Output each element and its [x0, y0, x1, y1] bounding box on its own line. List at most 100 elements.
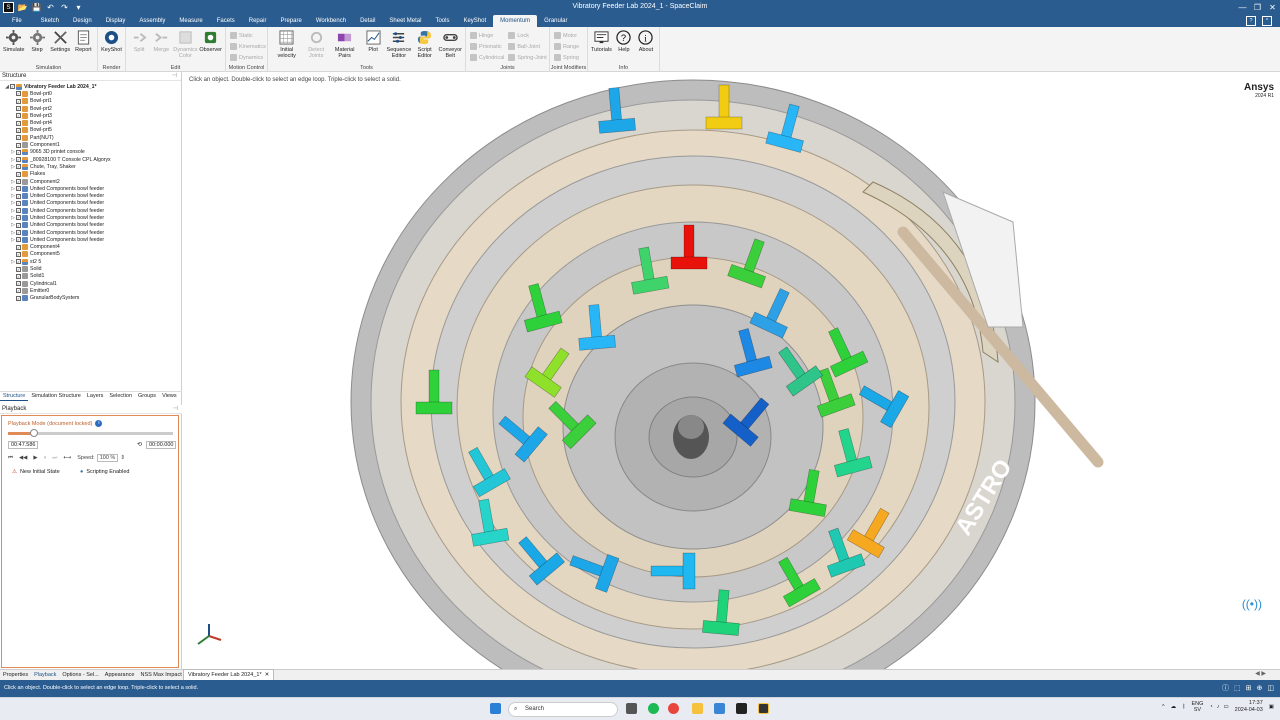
range-icon[interactable]: ⟷ [63, 455, 71, 461]
ball-joint-button[interactable]: Ball-Joint [508, 41, 546, 52]
visibility-checkbox[interactable]: ✓ [16, 164, 21, 170]
dynamics-button[interactable]: Dynamics [230, 52, 266, 63]
visibility-checkbox[interactable]: ✓ [16, 113, 21, 119]
tree-item[interactable]: ▷ ✓ Chute, Tray, Shaker [0, 163, 181, 170]
spotify-icon[interactable] [648, 703, 659, 714]
visibility-checkbox[interactable]: ✓ [16, 142, 21, 148]
visibility-checkbox[interactable]: ✓ [16, 171, 21, 177]
tray-chevron-icon[interactable]: ^ [1162, 704, 1165, 710]
motor-button[interactable]: Motor [554, 30, 579, 41]
tab-workbench[interactable]: Workbench [309, 15, 353, 27]
info-icon[interactable]: i [95, 420, 103, 427]
skip-end-icon[interactable]: ⏭ [52, 455, 57, 462]
tree-item[interactable]: ▷ ✓ United Components bowl feeder [0, 192, 181, 200]
slider-handle[interactable] [30, 429, 39, 437]
visibility-checkbox[interactable]: ✓ [16, 215, 21, 221]
tree-item[interactable]: ✓ Part(NUT) [0, 134, 181, 141]
tab-keyshot[interactable]: KeyShot [456, 15, 493, 27]
battery-icon[interactable]: ▭ [1223, 704, 1228, 710]
bowl-feeder-model[interactable]: ASTRO [183, 72, 1280, 669]
spring-joint-button[interactable]: Spring-Joint [508, 52, 547, 63]
tab-display[interactable]: Display [99, 15, 133, 27]
hinge-button[interactable]: Hinge [470, 30, 504, 41]
tab-momentum[interactable]: Momentum [493, 15, 538, 27]
visibility-checkbox[interactable]: ✓ [16, 157, 21, 163]
tree-item[interactable]: ▷ ✓ 9065 3D printet console [0, 149, 181, 156]
tab-assembly[interactable]: Assembly [132, 15, 172, 27]
status-view-icon[interactable]: ⊞ [1246, 680, 1252, 697]
axis-triad-icon[interactable] [195, 622, 223, 652]
visibility-checkbox[interactable]: ✓ [16, 222, 21, 228]
tab-facets[interactable]: Facets [210, 15, 242, 27]
tree-item[interactable]: ✓ Bowl-prt1 [0, 98, 181, 105]
scripting-toggle[interactable]: ● Scripting Enabled [80, 469, 129, 475]
visibility-checkbox[interactable]: ✓ [16, 237, 21, 243]
tree-item[interactable]: ✓ GranularBodySystem [0, 295, 181, 302]
tab-measure[interactable]: Measure [172, 15, 209, 27]
visibility-checkbox[interactable]: ✓ [16, 273, 21, 279]
pane-tab-views[interactable]: Views [159, 392, 180, 401]
calculator-icon[interactable] [714, 703, 725, 714]
tree-item[interactable]: ✓ Component5 [0, 251, 181, 258]
visibility-checkbox[interactable]: ✓ [10, 84, 15, 90]
visibility-checkbox[interactable]: ✓ [16, 288, 21, 294]
pane-tab-groups[interactable]: Groups [135, 392, 159, 401]
clock-time[interactable]: 17:37 [1235, 700, 1263, 707]
close-tab-icon[interactable]: ✕ [265, 670, 270, 680]
bottom-tab-2[interactable]: Options - Sel... [59, 670, 101, 680]
skip-start-icon[interactable]: ⏮ [8, 455, 13, 462]
document-tab[interactable]: Vibratory Feeder Lab 2024_1* ✕ [183, 669, 275, 680]
status-zoom-icon[interactable]: ⊕ [1257, 680, 1263, 697]
tree-item[interactable]: ▷ ✓ _80928100 T Console CPL Algoryx [0, 156, 181, 163]
visibility-checkbox[interactable]: ✓ [16, 295, 21, 301]
notification-icon[interactable]: ▣ [1269, 704, 1274, 710]
tab-granular[interactable]: Granular [537, 15, 574, 27]
tree-item[interactable]: ✓ Bowl-prt5 [0, 127, 181, 134]
wireless-icon[interactable]: ((•)) [1242, 597, 1262, 611]
tab-file[interactable]: File [0, 15, 34, 27]
pane-tab-simulation-structure[interactable]: Simulation Structure [28, 392, 84, 401]
visibility-checkbox[interactable]: ✓ [16, 266, 21, 272]
tree-item[interactable]: ▷ ✓ United Components bowl feeder [0, 229, 181, 236]
region-indicator[interactable]: SV [1191, 707, 1203, 713]
tree-item[interactable]: ▷ ✓ st2 5 [0, 258, 181, 265]
file-explorer-icon[interactable] [692, 703, 703, 714]
tree-item[interactable]: ✓ Bowl-prt2 [0, 105, 181, 112]
tray-bluetooth-icon[interactable]: ᛒ [1182, 704, 1185, 710]
visibility-checkbox[interactable]: ✓ [16, 208, 21, 214]
visibility-checkbox[interactable]: ✓ [16, 230, 21, 236]
play-icon[interactable]: ▶ [33, 455, 37, 461]
spring-button[interactable]: Spring [554, 52, 579, 63]
visibility-checkbox[interactable]: ✓ [16, 135, 21, 141]
bottom-tab-1[interactable]: Playback [31, 670, 59, 680]
visibility-checkbox[interactable]: ✓ [16, 120, 21, 126]
visibility-checkbox[interactable]: ✓ [16, 98, 21, 104]
visibility-checkbox[interactable]: ✓ [16, 106, 21, 112]
new-initial-state-button[interactable]: ⚠ New Initial State [12, 469, 60, 475]
lock-button[interactable]: Lock [508, 30, 546, 41]
pin-icon[interactable]: ⊣ [173, 405, 178, 414]
3d-viewport[interactable]: Click an object. Double-click to select … [183, 72, 1280, 669]
speed-stepper-icon[interactable]: ⇕ [120, 455, 125, 461]
tree-item[interactable]: ✓ Bowl-prt4 [0, 119, 181, 127]
visibility-checkbox[interactable]: ✓ [16, 127, 21, 133]
status-info-icon[interactable]: ⓘ [1222, 680, 1229, 697]
range-button[interactable]: Range [554, 41, 579, 52]
tree-item[interactable]: ✓ Flakes [0, 171, 181, 178]
tree-item[interactable]: ✓ Bowl-prt3 [0, 112, 181, 119]
close-icon[interactable]: ✕ [1265, 0, 1280, 15]
visibility-checkbox[interactable]: ✓ [16, 200, 21, 206]
pin-icon[interactable]: ⊣ [172, 72, 177, 81]
visibility-checkbox[interactable]: ✓ [16, 251, 21, 257]
pause-icon[interactable]: ⏸ [44, 455, 47, 462]
current-time-field[interactable]: 00:47.586 [8, 441, 39, 449]
tree-item[interactable]: ✓ Component4 [0, 244, 181, 251]
chrome-icon[interactable] [668, 703, 679, 714]
tab-scroll-icon[interactable]: ◀ ▶ [1255, 670, 1266, 677]
end-time-field[interactable]: 00:00.000 [146, 441, 177, 449]
visibility-checkbox[interactable]: ✓ [16, 281, 21, 287]
tab-sheet-metal[interactable]: Sheet Metal [382, 15, 428, 27]
prismatic-button[interactable]: Prismatic [470, 41, 504, 52]
tree-item[interactable]: ▷ ✓ United Components bowl feeder [0, 214, 181, 221]
spaceclaim-taskbar-icon[interactable] [758, 703, 769, 714]
